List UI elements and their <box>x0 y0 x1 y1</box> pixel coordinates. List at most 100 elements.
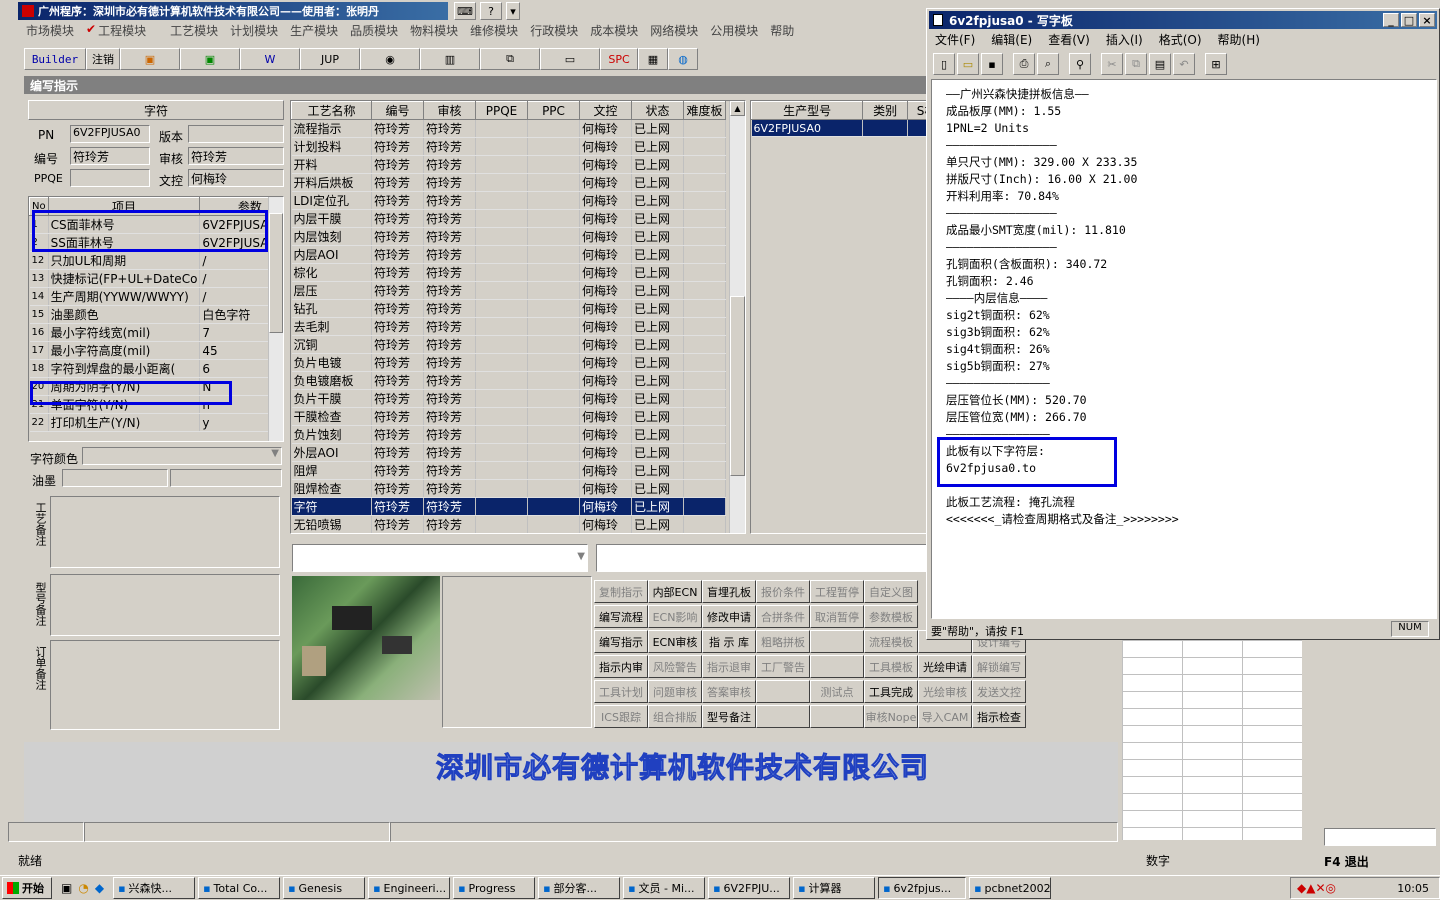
action-button[interactable]: 报价条件 <box>756 580 810 603</box>
process-row[interactable]: 沉铜 符玲芳 符玲芳 何梅玲 已上网 <box>291 335 726 354</box>
menu-cost[interactable]: 成本模块 <box>590 22 638 38</box>
action-button[interactable]: 内部ECN <box>648 580 702 603</box>
param-row[interactable]: 14 生产周期(YYWW/WWYY) / <box>29 287 283 306</box>
calendar-icon[interactable]: ▣ <box>120 48 180 70</box>
menu-quality[interactable]: 品质模块 <box>350 22 398 38</box>
process-row[interactable]: 无铅喷锡 符玲芳 符玲芳 何梅玲 已上网 <box>291 515 726 533</box>
paste-icon[interactable]: ▤ <box>1149 53 1171 75</box>
action-button[interactable]: 取消暂停 <box>810 605 864 628</box>
action-button[interactable]: 组合排版 <box>648 705 702 728</box>
clock-icon[interactable]: ◔ <box>78 881 88 895</box>
process-col-header[interactable]: 状态 <box>631 101 684 120</box>
main-title-bar[interactable]: 广州程序：深圳市必有德计算机软件技术有限公司——使用者：张明丹 <box>18 2 448 20</box>
model-col-header[interactable]: 生产型号 <box>751 101 864 120</box>
print-icon[interactable]: ⎙ <box>1013 53 1035 75</box>
action-button[interactable]: ECN审核 <box>648 630 702 653</box>
process-row[interactable]: 负片电镀 符玲芳 符玲芳 何梅玲 已上网 <box>291 353 726 372</box>
action-button[interactable] <box>810 630 864 653</box>
action-button[interactable]: 解锁编写 <box>972 655 1026 678</box>
process-col-header[interactable]: 工艺名称 <box>291 101 372 120</box>
chevron-down-icon[interactable]: ▾ <box>506 2 520 20</box>
action-button[interactable]: 修改申请 <box>702 605 756 628</box>
insert-object-icon[interactable]: ⊞ <box>1205 53 1227 75</box>
wp-menu-edit[interactable]: 编辑(E) <box>991 31 1032 48</box>
keyboard-icon[interactable]: ⌨ <box>454 2 476 20</box>
menu-engineering[interactable]: 工程模块 <box>98 22 146 38</box>
ppqe-field[interactable] <box>70 169 150 187</box>
new-doc-icon[interactable]: ▯ <box>933 53 955 75</box>
param-row[interactable]: 13 快捷标记(FP+UL+DateCo / <box>29 269 283 288</box>
param-row[interactable]: 18 字符到焊盘的最小距离(6 <box>29 359 283 378</box>
process-row[interactable]: 阻焊 符玲芳 符玲芳 何梅玲 已上网 <box>291 461 726 480</box>
find-icon[interactable]: ⚲ <box>1069 53 1091 75</box>
printer-icon[interactable]: ▭ <box>540 48 600 70</box>
ink-field-1[interactable] <box>62 469 168 487</box>
logout-button[interactable]: 注销 <box>86 48 120 70</box>
param-row[interactable]: 16 最小字符线宽(mil) 7 <box>29 323 283 342</box>
menu-process[interactable]: 工艺模块 <box>170 22 218 38</box>
action-button[interactable]: 光绘审核 <box>918 680 972 703</box>
cut-icon[interactable]: ✂ <box>1101 53 1123 75</box>
open-folder-icon[interactable]: ▭ <box>957 53 979 75</box>
copy-icon[interactable]: ⧉ <box>1125 53 1147 75</box>
undo-icon[interactable]: ↶ <box>1173 53 1195 75</box>
taskbar-item[interactable]: ▪ Total Co... <box>198 877 281 899</box>
process-scrollbar[interactable]: ▲ <box>729 101 745 533</box>
action-button[interactable]: 粗略拼板 <box>756 630 810 653</box>
params-scroll-thumb[interactable] <box>269 213 283 333</box>
action-button[interactable]: 合拼条件 <box>756 605 810 628</box>
process-row[interactable]: 内层干膜 符玲芳 符玲芳 何梅玲 已上网 <box>291 209 726 228</box>
char-color-select[interactable]: ▼ <box>82 447 282 465</box>
excel-icon[interactable]: ▣ <box>180 48 240 70</box>
model-notes[interactable] <box>50 574 280 636</box>
action-button[interactable]: 光绘申请 <box>918 655 972 678</box>
action-button[interactable]: 工具完成 <box>864 680 918 703</box>
process-row[interactable]: 流程指示 符玲芳 符玲芳 何梅玲 已上网 <box>291 119 726 138</box>
taskbar-item[interactable]: ▪ 6v2fpjus... <box>878 877 967 899</box>
action-button[interactable]: 编写流程 <box>594 605 648 628</box>
action-button[interactable]: 指 示 库 <box>702 630 756 653</box>
network-icon[interactable]: ⧉ <box>480 48 540 70</box>
version-field[interactable] <box>188 125 284 143</box>
process-row[interactable]: 棕化 符玲芳 符玲芳 何梅玲 已上网 <box>291 263 726 282</box>
taskbar-item[interactable]: ▪ Genesis <box>283 877 366 899</box>
taskbar-item[interactable]: ▪ 6V2FPJU... <box>708 877 791 899</box>
model-row[interactable]: 6V2FPJUSA0 <box>751 119 929 137</box>
desktop-icon[interactable]: ▣ <box>61 881 72 895</box>
taskbar-item[interactable]: ▪ 文员 - Mi... <box>623 877 706 899</box>
action-button[interactable]: 发送文控 <box>972 680 1026 703</box>
process-row[interactable]: 负片蚀刻 符玲芳 符玲芳 何梅玲 已上网 <box>291 425 726 444</box>
action-button[interactable]: 指示内审 <box>594 655 648 678</box>
builder-button[interactable]: Builder <box>24 48 86 70</box>
process-row[interactable]: 内层蚀刻 符玲芳 符玲芳 何梅玲 已上网 <box>291 227 726 246</box>
wp-menu-file[interactable]: 文件(F) <box>935 31 975 48</box>
process-col-header[interactable]: 文控 <box>579 101 632 120</box>
action-button[interactable]: 测试点 <box>810 680 864 703</box>
wordpad-title-bar[interactable]: 6v2fpjusa0 - 写字板 _ □ × <box>929 11 1437 29</box>
process-row[interactable]: 钻孔 符玲芳 符玲芳 何梅玲 已上网 <box>291 299 726 318</box>
action-button[interactable] <box>810 705 864 728</box>
taskbar-item[interactable]: ▪ Engineeri... <box>368 877 451 899</box>
action-button[interactable]: 自定义图 <box>864 580 918 603</box>
action-button[interactable]: 问题审核 <box>648 680 702 703</box>
process-row[interactable]: 字符 符玲芳 符玲芳 何梅玲 已上网 <box>291 497 726 516</box>
process-row[interactable]: 计划投料 符玲芳 符玲芳 何梅玲 已上网 <box>291 137 726 156</box>
ink-field-2[interactable] <box>170 469 282 487</box>
remark-combo[interactable]: ▼ <box>292 544 588 572</box>
process-col-header[interactable]: 审核 <box>423 101 476 120</box>
close-icon[interactable]: × <box>1419 13 1435 27</box>
model-col-header[interactable]: 类别 <box>862 101 909 120</box>
menu-repair[interactable]: 维修模块 <box>470 22 518 38</box>
app-shortcut-icon[interactable]: ◆ <box>95 881 104 895</box>
jup-button[interactable]: JUP <box>300 48 360 70</box>
param-row[interactable]: 12 只加UL和周期 / <box>29 251 283 270</box>
taskbar-item[interactable]: ▪ 计算器 <box>793 877 876 899</box>
action-button[interactable]: 风险警告 <box>648 655 702 678</box>
child-title-bar[interactable]: 编写指示 <box>24 76 930 94</box>
code-field[interactable]: 符玲芳 <box>70 147 150 165</box>
order-notes[interactable] <box>50 640 280 730</box>
action-button[interactable]: ICS跟踪 <box>594 705 648 728</box>
param-row[interactable]: 15 油墨颜色 白色字符 <box>29 305 283 324</box>
eye-icon[interactable]: ◉ <box>360 48 420 70</box>
word-icon[interactable]: W <box>240 48 300 70</box>
